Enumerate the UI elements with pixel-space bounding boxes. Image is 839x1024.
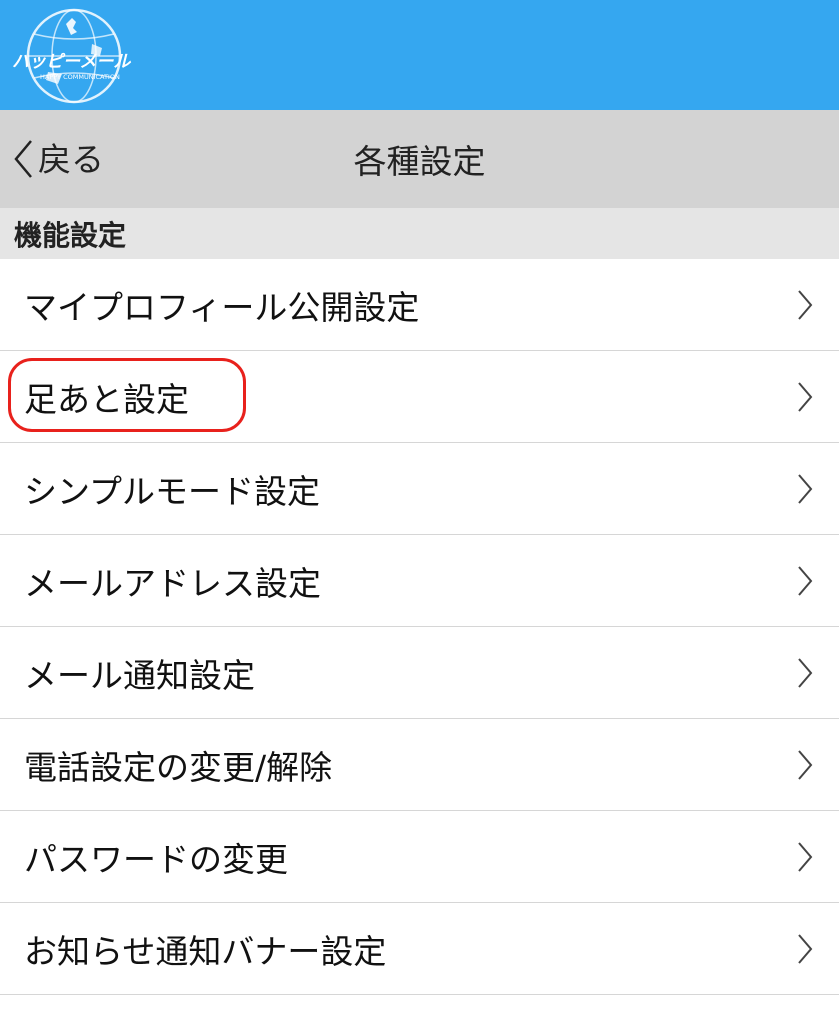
logo-text: ハッピーメール (12, 52, 131, 72)
chevron-right-icon (798, 934, 813, 964)
menu-item-label: お知らせ通知バナー設定 (24, 931, 387, 971)
chevron-left-icon (14, 140, 32, 178)
nav-bar: 戻る 各種設定 (0, 110, 839, 208)
chevron-right-icon (798, 382, 813, 412)
chevron-right-icon (798, 658, 813, 688)
chevron-right-icon (798, 474, 813, 504)
menu-item-notification-banner[interactable]: お知らせ通知バナー設定 (0, 903, 839, 995)
menu-item-label: シンプルモード設定 (24, 471, 321, 511)
menu-item-phone-settings[interactable]: 電話設定の変更/解除 (0, 719, 839, 811)
globe-logo-icon[interactable]: ハッピーメール HAPPY COMMUNICATION (8, 4, 136, 104)
chevron-right-icon (798, 842, 813, 872)
menu-item-simple-mode[interactable]: シンプルモード設定 (0, 443, 839, 535)
menu-item-profile-visibility[interactable]: マイプロフィール公開設定 (0, 259, 839, 351)
menu-item-label: マイプロフィール公開設定 (24, 287, 420, 327)
menu-item-label: パスワードの変更 (24, 839, 288, 879)
chevron-right-icon (798, 290, 813, 320)
menu-item-password-change[interactable]: パスワードの変更 (0, 811, 839, 903)
menu-item-label: メール通知設定 (24, 655, 255, 695)
page-title: 各種設定 (353, 142, 486, 181)
back-button[interactable]: 戻る (12, 110, 104, 208)
menu-item-label: 足あと設定 (24, 379, 189, 419)
menu-item-mail-notification[interactable]: メール通知設定 (0, 627, 839, 719)
menu-item-label: 電話設定の変更/解除 (24, 747, 333, 787)
menu-item-label: メールアドレス設定 (24, 563, 321, 603)
back-label: 戻る (38, 139, 104, 179)
app-header: ハッピーメール HAPPY COMMUNICATION (0, 0, 839, 110)
chevron-right-icon (798, 566, 813, 596)
section-title: 機能設定 (14, 218, 127, 252)
menu-item-footprint-settings[interactable]: 足あと設定 (0, 351, 839, 443)
menu-item-email-address[interactable]: メールアドレス設定 (0, 535, 839, 627)
section-header: 機能設定 (0, 208, 839, 259)
chevron-right-icon (798, 750, 813, 780)
logo-subtext: HAPPY COMMUNICATION (40, 73, 120, 81)
settings-menu-list: マイプロフィール公開設定 足あと設定 シンプルモード設定 メールアドレス設定 メ… (0, 259, 839, 995)
